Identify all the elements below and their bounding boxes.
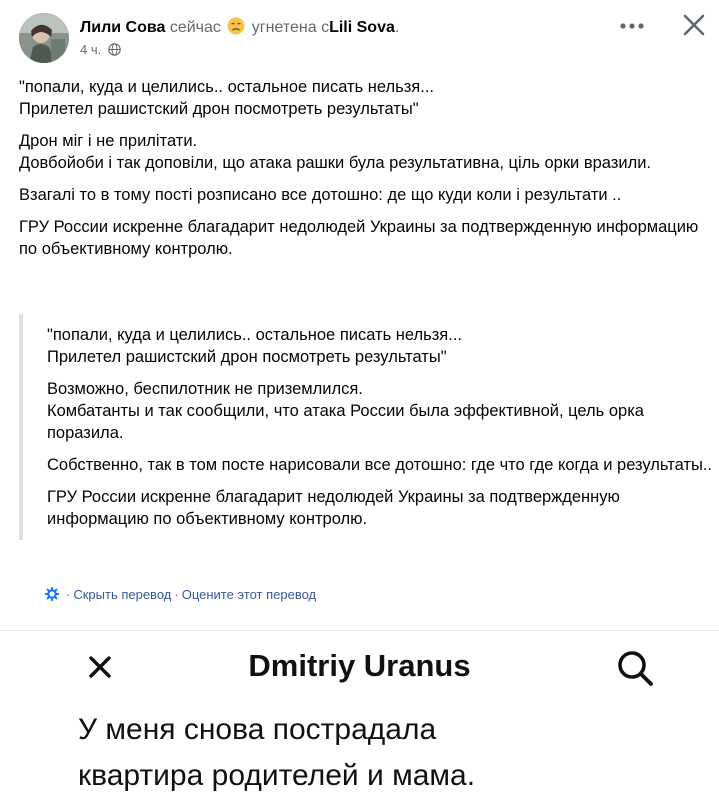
post-body: "попали, куда и целились.. остальное пис… (19, 76, 699, 270)
globe-icon (108, 43, 121, 59)
screenshot-text-line: У меня снова пострадала (78, 713, 437, 746)
rate-translation-link[interactable]: Оцените этот перевод (182, 587, 316, 602)
more-options-button[interactable] (618, 13, 646, 37)
tagged-user-link[interactable]: Lili Sova (329, 19, 395, 36)
close-post-button[interactable] (678, 9, 710, 41)
gear-icon (44, 586, 60, 604)
with-word: с (321, 19, 330, 36)
screenshot-text: У меня снова пострадала квартира родител… (78, 707, 475, 799)
attached-screenshot[interactable]: Dmitriy Uranus У меня снова пострадала к… (0, 631, 719, 792)
translation-paragraph: Возможно, беспилотник не приземлился. Ко… (47, 380, 644, 442)
sad-face-emoji-icon (227, 17, 245, 40)
tagged-suffix: . (394, 19, 400, 36)
search-icon (614, 647, 656, 689)
post-timestamp[interactable]: 4 ч. (80, 42, 101, 57)
screenshot-title: Dmitriy Uranus (248, 648, 471, 683)
post-time-label: сейчас (169, 19, 221, 36)
post-paragraph: "попали, куда и целились.. остальное пис… (19, 78, 434, 118)
feeling-label: угнетена (251, 19, 317, 36)
post-meta: 4 ч. (80, 42, 121, 59)
avatar[interactable] (19, 13, 69, 63)
translation-paragraph: ГРУ России искренне благадарит недолюдей… (47, 488, 620, 528)
translation-paragraph: Собственно, так в том посте нарисовали в… (47, 456, 712, 474)
more-options-icon (620, 23, 644, 29)
separator: · (66, 587, 71, 602)
post-paragraph: ГРУ России искренне благадарит недолюдей… (19, 218, 699, 258)
post-paragraph: Взагалі то в тому пості розписано все до… (19, 186, 622, 204)
hide-translation-link[interactable]: Скрыть перевод (73, 587, 171, 602)
author-name[interactable]: Лили Сова (80, 19, 165, 36)
close-icon (683, 14, 705, 36)
screenshot-text-line: квартира родителей и мама. (78, 759, 476, 792)
separator: · (174, 587, 179, 602)
post-paragraph: Дрон міг і не прилітати. Довбойоби і так… (19, 132, 651, 172)
translation-block: "попали, куда и целились.. остальное пис… (19, 314, 715, 540)
post-header: Лили Сова сейчас угнетена сLili Sova. 4 … (19, 13, 719, 65)
translation-links: · Скрыть перевод · Оцените этот перевод (44, 586, 316, 604)
author-line: Лили Сова сейчас угнетена сLili Sova. (80, 17, 399, 40)
translation-paragraph: "попали, куда и целились.. остальное пис… (47, 326, 462, 366)
